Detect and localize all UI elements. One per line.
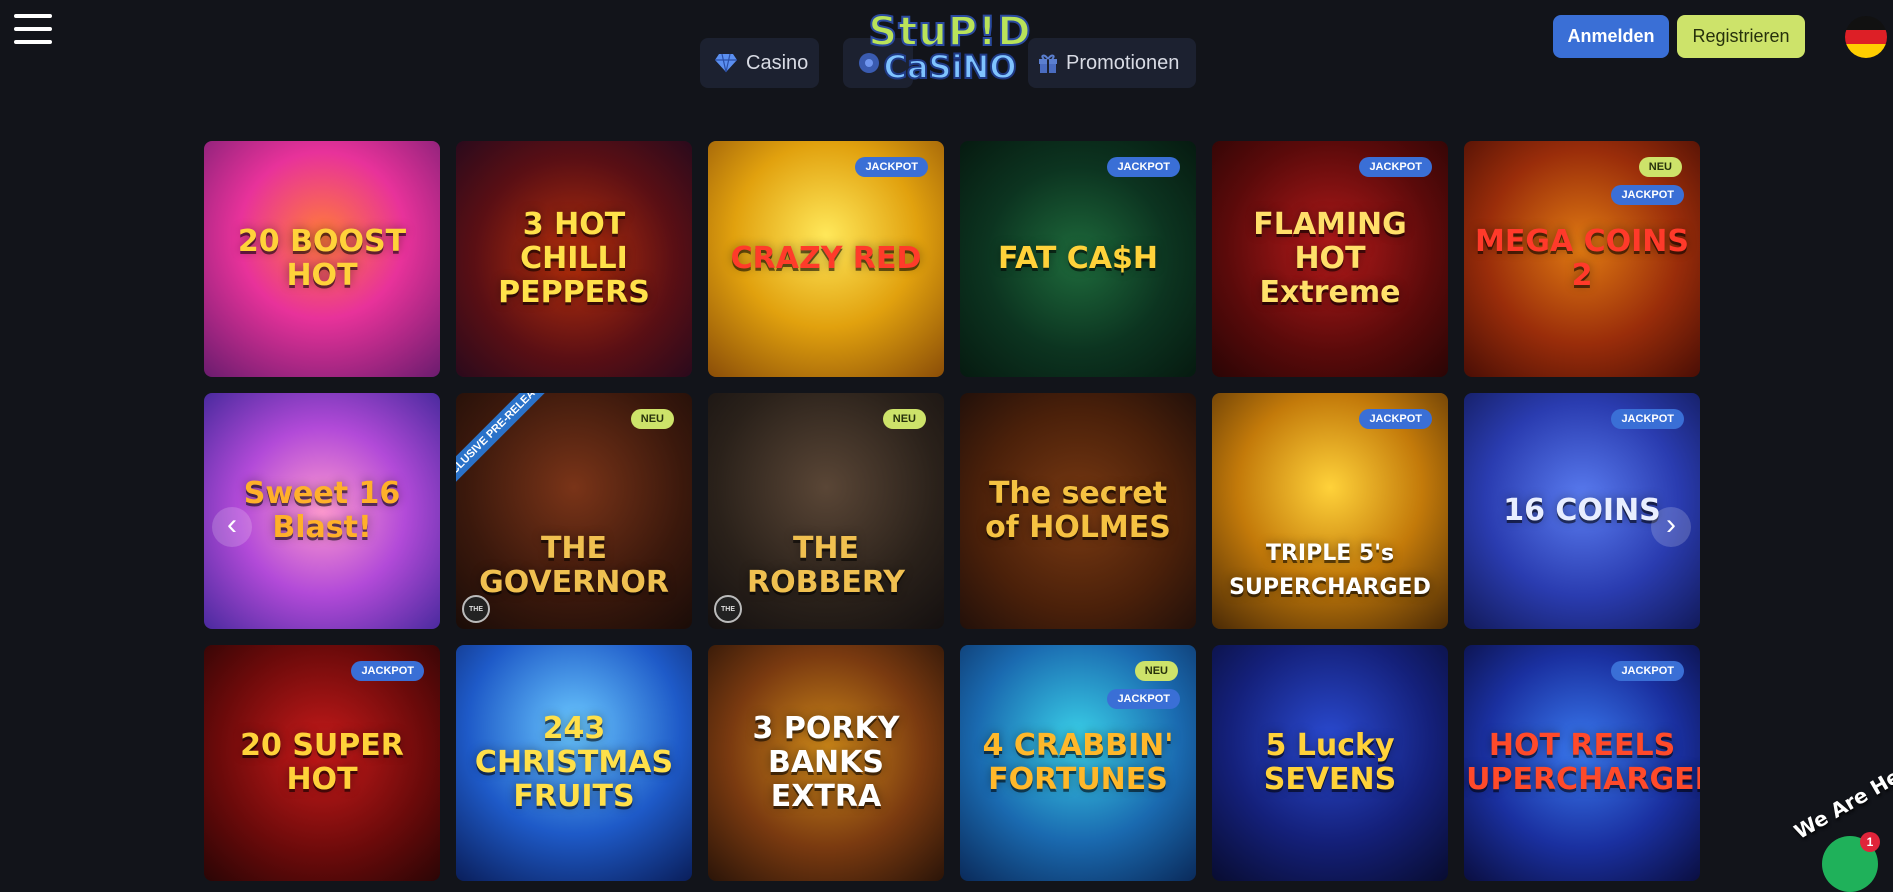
- jackpot-badge: JACKPOT: [1611, 185, 1684, 205]
- game-tile[interactable]: 3 PORKY BANKS EXTRA: [708, 645, 944, 881]
- new-badge: NEU: [882, 409, 926, 429]
- nav-promotions[interactable]: Promotionen: [1028, 38, 1196, 88]
- register-button[interactable]: Registrieren: [1677, 15, 1805, 58]
- jackpot-badge: JACKPOT: [1359, 157, 1432, 177]
- game-title: The secret of HOLMES: [985, 476, 1171, 545]
- game-title: MEGA COINS 2: [1474, 224, 1690, 293]
- chat-unread-badge: 1: [1860, 832, 1880, 852]
- carousel-next-button[interactable]: ›: [1651, 507, 1691, 547]
- carousel-prev-button[interactable]: ‹: [212, 507, 252, 547]
- menu-icon[interactable]: [14, 14, 52, 44]
- game-tile[interactable]: NEU JACKPOT 4 CRABBIN' FORTUNES: [960, 645, 1196, 881]
- exclusive-ribbon: EXCLUSIVE PRE-RELEASE: [456, 393, 553, 492]
- diamond-icon: [714, 53, 738, 73]
- game-title: 4 CRABBIN' FORTUNES: [982, 728, 1174, 797]
- logo-line-1: StuP!D: [867, 9, 1032, 55]
- game-title: 3 HOT CHILLI PEPPERS: [498, 207, 650, 310]
- chevron-right-icon: ›: [1666, 508, 1676, 541]
- game-tile[interactable]: JACKPOT CRAZY RED: [708, 141, 944, 377]
- jackpot-badge: JACKPOT: [351, 661, 424, 681]
- game-tile[interactable]: 20 BOOST HOT: [204, 141, 440, 377]
- studio-logo-icon: THE: [714, 595, 742, 623]
- game-tile[interactable]: JACKPOT FLAMING HOT Extreme: [1212, 141, 1448, 377]
- game-tile[interactable]: NEU THE ROBBERY THE: [708, 393, 944, 629]
- game-title: THE ROBBERY: [746, 531, 905, 600]
- game-title: FAT CA$H: [997, 241, 1159, 276]
- jackpot-badge: JACKPOT: [1107, 689, 1180, 709]
- game-tile[interactable]: The secret of HOLMES: [960, 393, 1196, 629]
- language-flag-icon[interactable]: [1845, 16, 1887, 58]
- game-title: 5 Lucky SEVENS: [1263, 728, 1397, 797]
- jackpot-badge: JACKPOT: [1611, 409, 1684, 429]
- game-title: HOT REELS SUPERCHARGED: [1464, 728, 1700, 797]
- game-tile[interactable]: JACKPOT HOT REELS SUPERCHARGED: [1464, 645, 1700, 881]
- game-tile[interactable]: JACKPOT 20 SUPER HOT: [204, 645, 440, 881]
- game-title: FLAMING HOT Extreme: [1253, 207, 1407, 310]
- game-grid: 20 BOOST HOT 3 HOT CHILLI PEPPERS JACKPO…: [204, 141, 1700, 881]
- game-title: 20 BOOST HOT: [237, 224, 407, 293]
- game-title: 20 SUPER HOT: [240, 728, 404, 797]
- game-title: CRAZY RED: [730, 241, 922, 276]
- chevron-left-icon: ‹: [227, 508, 237, 541]
- game-tile[interactable]: JACKPOT FAT CA$H: [960, 141, 1196, 377]
- new-badge: NEU: [1134, 661, 1178, 681]
- studio-logo-icon: THE: [462, 595, 490, 623]
- game-tile[interactable]: 3 HOT CHILLI PEPPERS: [456, 141, 692, 377]
- game-title: THE GOVERNOR: [479, 531, 669, 600]
- jackpot-badge: JACKPOT: [1611, 661, 1684, 681]
- new-badge: NEU: [630, 409, 674, 429]
- site-logo[interactable]: StuP!D CaSiNO: [860, 9, 1040, 92]
- nav-casino-label: Casino: [746, 51, 809, 74]
- jackpot-badge: JACKPOT: [1359, 409, 1432, 429]
- game-tile[interactable]: 5 Lucky SEVENS: [1212, 645, 1448, 881]
- game-title: TRIPLE 5's SUPERCHARGED: [1229, 541, 1431, 600]
- new-badge: NEU: [1638, 157, 1682, 177]
- game-tile[interactable]: 243 CHRISTMAS FRUITS: [456, 645, 692, 881]
- nav-promotions-label: Promotionen: [1066, 51, 1180, 74]
- login-button[interactable]: Anmelden: [1553, 15, 1669, 58]
- jackpot-badge: JACKPOT: [855, 157, 928, 177]
- game-tile[interactable]: JACKPOT TRIPLE 5's SUPERCHARGED: [1212, 393, 1448, 629]
- gift-icon: [1038, 52, 1058, 74]
- game-tile[interactable]: EXCLUSIVE PRE-RELEASE NEU THE GOVERNOR T…: [456, 393, 692, 629]
- logo-line-2: CaSiNO: [882, 48, 1017, 86]
- game-tile[interactable]: NEU JACKPOT MEGA COINS 2: [1464, 141, 1700, 377]
- game-title: 3 PORKY BANKS EXTRA: [752, 711, 900, 814]
- jackpot-badge: JACKPOT: [1107, 157, 1180, 177]
- game-title: 16 COINS: [1503, 493, 1661, 528]
- nav-casino[interactable]: Casino: [700, 38, 819, 88]
- game-title: 243 CHRISTMAS FRUITS: [474, 711, 674, 814]
- chat-label: We Are Here: [1790, 752, 1893, 844]
